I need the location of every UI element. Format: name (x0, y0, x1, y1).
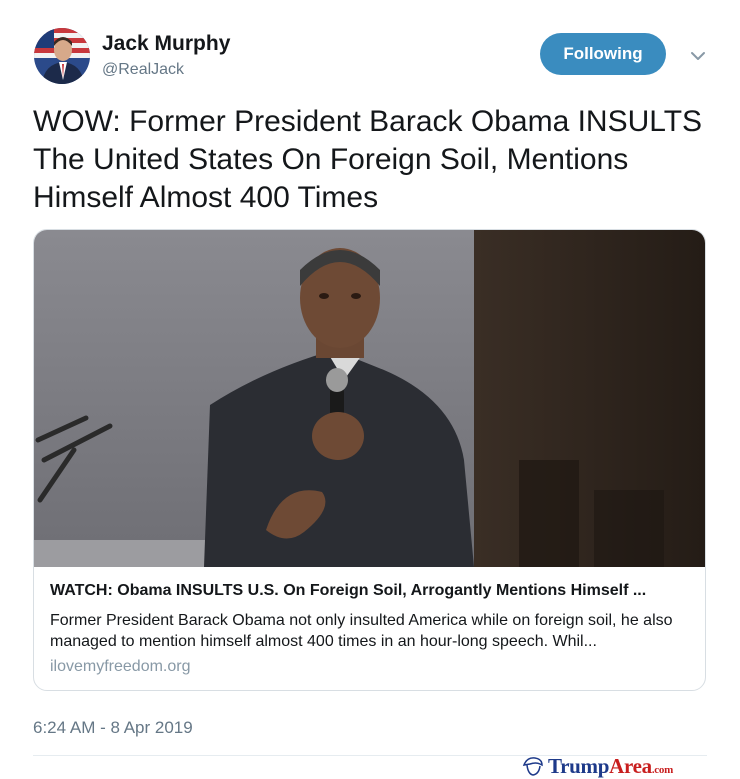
tweet-text: WOW: Former President Barack Obama INSUL… (33, 105, 703, 214)
link-card[interactable]: WATCH: Obama INSULTS U.S. On Foreign Soi… (33, 229, 706, 691)
author-name[interactable]: Jack Murphy (102, 32, 230, 56)
chevron-down-icon[interactable] (688, 46, 708, 66)
trump-hair-logo-icon (522, 757, 543, 776)
avatar-image (34, 28, 90, 84)
link-card-description: Former President Barack Obama not only i… (50, 612, 673, 650)
watermark: TrumpArea.com (522, 753, 673, 779)
avatar[interactable] (34, 28, 90, 84)
watermark-brand-accent: Area (609, 753, 652, 778)
author-handle[interactable]: @RealJack (102, 61, 184, 79)
link-card-domain[interactable]: ilovemyfreedom.org (50, 658, 191, 676)
tweet-container: Jack Murphy @RealJack Following WOW: For… (0, 0, 740, 779)
link-card-image (34, 230, 705, 567)
following-button[interactable]: Following (540, 33, 666, 75)
link-card-title[interactable]: WATCH: Obama INSULTS U.S. On Foreign Soi… (50, 582, 690, 600)
watermark-brand-main: Trump (548, 753, 610, 778)
tweet-timestamp[interactable]: 6:24 AM - 8 Apr 2019 (33, 718, 193, 738)
watermark-brand-suffix: .com (651, 763, 673, 776)
watermark-text: TrumpArea.com (548, 754, 673, 779)
